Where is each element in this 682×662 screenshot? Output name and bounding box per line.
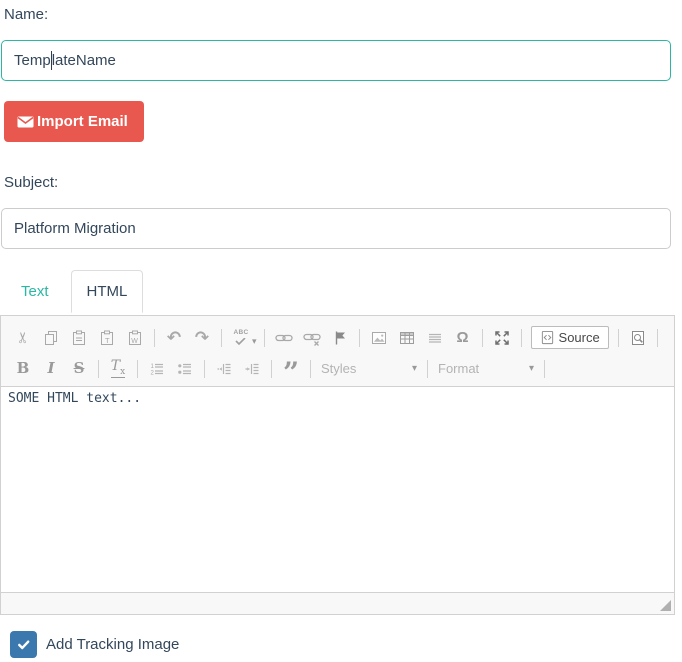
- paste-text-icon[interactable]: T: [95, 326, 119, 350]
- special-char-icon[interactable]: Ω: [451, 326, 475, 350]
- toolbar-separator: [310, 360, 311, 378]
- toolbar-separator: [427, 360, 428, 378]
- bold-icon[interactable]: B: [11, 357, 35, 381]
- toolbar-separator: [204, 360, 205, 378]
- maximize-icon[interactable]: [490, 326, 514, 350]
- redo-icon[interactable]: ↷: [190, 326, 214, 350]
- svg-text:1: 1: [151, 363, 155, 369]
- editor-status-bar: [1, 592, 674, 614]
- toolbar-separator: [137, 360, 138, 378]
- add-tracking-label: Add Tracking Image: [46, 636, 179, 653]
- name-input[interactable]: TemplateName: [1, 40, 671, 81]
- template-editor-page: Name: TemplateName Import Email Subject:…: [0, 0, 682, 658]
- subject-input[interactable]: [1, 208, 671, 249]
- source-button[interactable]: Source: [531, 326, 609, 349]
- name-input-post: lateName: [52, 52, 116, 69]
- toolbar-row-2: BIS Tx 12 ” Styles▾ Format▾: [9, 354, 666, 383]
- html-editor: ✂TW↶↷ABC▾ΩSource BISTx12”Styles▾Format▾ …: [0, 315, 675, 615]
- spellcheck-caret-icon[interactable]: ▾: [252, 336, 257, 347]
- editor-toolbar: ✂ T W ↶↷ ABC▾ Ω Source BIS Tx 12 ” Styles▾ Format▾: [1, 316, 674, 387]
- toolbar-separator: [154, 329, 155, 347]
- italic-icon[interactable]: I: [39, 357, 63, 381]
- image-icon[interactable]: [367, 326, 391, 350]
- cut-icon[interactable]: ✂: [11, 326, 35, 350]
- horizontal-rule-icon[interactable]: [423, 326, 447, 350]
- source-textarea[interactable]: SOME HTML text...: [1, 387, 674, 592]
- tracking-row: Add Tracking Image: [10, 631, 682, 658]
- tab-text-label: Text: [21, 283, 49, 300]
- svg-text:W: W: [131, 338, 138, 345]
- svg-text:T: T: [105, 336, 110, 345]
- toolbar-separator: [544, 360, 545, 378]
- toolbar-row-1: ✂ T W ↶↷ ABC▾ Ω Source: [9, 321, 666, 354]
- tab-html[interactable]: HTML: [71, 270, 144, 313]
- copy-icon[interactable]: [39, 326, 63, 350]
- bulleted-list-icon[interactable]: [173, 357, 197, 381]
- subject-label: Subject:: [4, 173, 682, 193]
- name-label: Name:: [4, 5, 682, 25]
- unlink-icon[interactable]: [300, 326, 324, 350]
- spellcheck-icon[interactable]: ABC: [229, 326, 253, 350]
- paste-icon[interactable]: [67, 326, 91, 350]
- blockquote-icon[interactable]: ”: [279, 357, 303, 381]
- toolbar-separator: [618, 329, 619, 347]
- numbered-list-icon[interactable]: 12: [145, 357, 169, 381]
- toolbar-separator: [98, 360, 99, 378]
- paste-word-icon[interactable]: W: [123, 326, 147, 350]
- tab-html-label: HTML: [87, 283, 128, 300]
- indent-icon[interactable]: [240, 357, 264, 381]
- toolbar-separator: [264, 329, 265, 347]
- toolbar-separator: [221, 329, 222, 347]
- resize-grip-icon[interactable]: [660, 600, 671, 611]
- strikethrough-icon[interactable]: S: [67, 357, 91, 381]
- undo-icon[interactable]: ↶: [162, 326, 186, 350]
- toolbar-separator: [521, 329, 522, 347]
- toolbar-separator: [657, 329, 658, 347]
- tab-text[interactable]: Text: [5, 270, 65, 313]
- link-icon[interactable]: [272, 326, 296, 350]
- svg-text:2: 2: [151, 370, 155, 376]
- preview-icon[interactable]: [626, 326, 650, 350]
- toolbar-separator: [482, 329, 483, 347]
- import-email-button[interactable]: Import Email: [4, 101, 144, 142]
- styles-dropdown[interactable]: Styles▾: [316, 361, 422, 376]
- remove-format-icon[interactable]: Tx: [106, 357, 130, 381]
- checkmark-icon: [16, 637, 31, 652]
- import-email-label: Import Email: [37, 113, 128, 130]
- anchor-icon[interactable]: [328, 326, 352, 350]
- tab-bar: Text HTML: [0, 270, 682, 313]
- toolbar-separator: [271, 360, 272, 378]
- envelope-icon: [17, 116, 34, 128]
- name-input-pre: Temp: [14, 52, 51, 69]
- table-icon[interactable]: [395, 326, 419, 350]
- outdent-icon[interactable]: [212, 357, 236, 381]
- add-tracking-checkbox[interactable]: [10, 631, 37, 658]
- format-dropdown[interactable]: Format▾: [433, 361, 539, 376]
- toolbar-separator: [359, 329, 360, 347]
